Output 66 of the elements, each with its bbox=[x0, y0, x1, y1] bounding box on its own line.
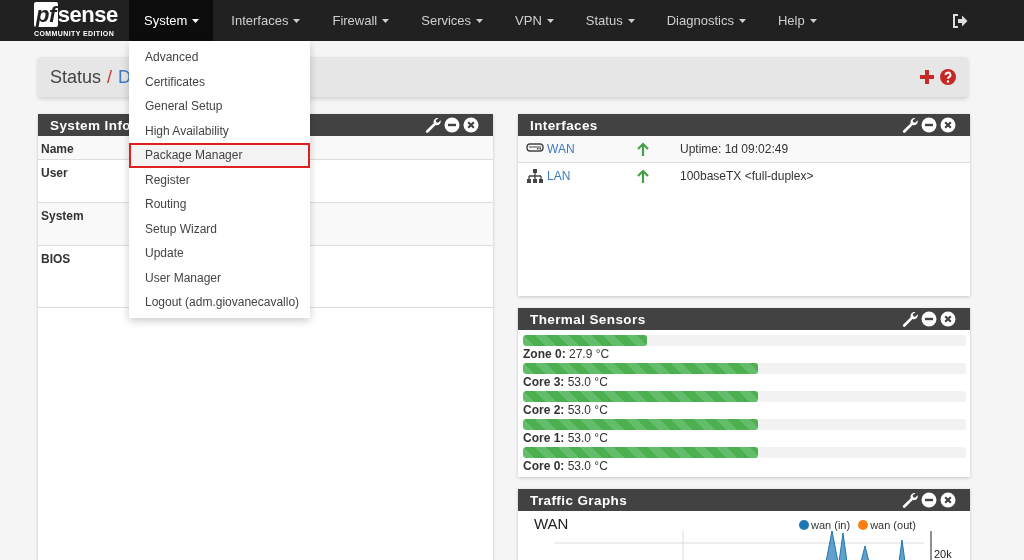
dropdown-menu-item[interactable]: User Manager bbox=[129, 265, 310, 290]
widget-title: Thermal Sensors bbox=[530, 311, 646, 327]
widget-title: System Info bbox=[50, 117, 131, 133]
minimize-icon[interactable] bbox=[444, 117, 460, 133]
add-icon[interactable] bbox=[920, 70, 934, 84]
widget-title: Interfaces bbox=[530, 117, 598, 133]
sensor-reading: Core 3: 53.0 °C bbox=[523, 374, 609, 390]
caret-icon bbox=[627, 18, 635, 23]
nav-menu-item[interactable]: System bbox=[129, 0, 214, 41]
nav-menu-item[interactable]: Status bbox=[570, 0, 649, 41]
caret-icon bbox=[293, 18, 301, 23]
row-label: System bbox=[41, 209, 84, 223]
close-icon[interactable] bbox=[940, 311, 956, 327]
caret-icon bbox=[738, 18, 746, 23]
wrench-icon[interactable] bbox=[902, 311, 918, 327]
nav-menu-item[interactable]: Services bbox=[406, 0, 498, 41]
dropdown-menu-item[interactable]: Advanced bbox=[129, 45, 310, 70]
nav-menu-item[interactable]: Firewall bbox=[317, 0, 404, 41]
help-icon[interactable] bbox=[940, 69, 956, 85]
dropdown-menu-item[interactable]: Package Manager bbox=[129, 143, 310, 168]
interface-link[interactable]: WAN bbox=[547, 142, 575, 156]
breadcrumb-root[interactable]: Status bbox=[50, 66, 102, 88]
nav-menu-item[interactable]: VPN bbox=[500, 0, 568, 41]
nav-menu-item[interactable]: Help bbox=[762, 0, 831, 41]
sensor-reading: Core 0: 53.0 °C bbox=[523, 458, 609, 474]
network-icon bbox=[526, 169, 544, 183]
minimize-icon[interactable] bbox=[921, 492, 937, 508]
caret-icon bbox=[546, 18, 554, 23]
interface-info: 100baseTX <full-duplex> bbox=[680, 169, 814, 183]
wrench-icon[interactable] bbox=[902, 117, 918, 133]
sensor-reading: Zone 0: 27.9 °C bbox=[523, 346, 611, 362]
close-icon[interactable] bbox=[940, 492, 956, 508]
minimize-icon[interactable] bbox=[921, 311, 937, 327]
breadcrumb-separator: / bbox=[107, 66, 113, 88]
legend-item[interactable]: wan (out) bbox=[858, 519, 916, 531]
wrench-icon[interactable] bbox=[425, 117, 441, 133]
close-icon[interactable] bbox=[463, 117, 479, 133]
row-label: Name bbox=[41, 142, 74, 156]
row-label: User bbox=[41, 166, 68, 180]
dropdown-menu-item[interactable]: Update bbox=[129, 241, 310, 266]
nav-menu-item[interactable]: Diagnostics bbox=[651, 0, 760, 41]
logout-icon[interactable] bbox=[952, 12, 968, 29]
caret-icon bbox=[192, 18, 200, 23]
sensor-reading: Core 2: 53.0 °C bbox=[523, 402, 609, 418]
dropdown-menu-item[interactable]: High Availability bbox=[129, 118, 310, 143]
close-icon[interactable] bbox=[940, 117, 956, 133]
legend-item[interactable]: wan (in) bbox=[799, 519, 851, 531]
sensor-reading: Core 1: 53.0 °C bbox=[523, 430, 609, 446]
row-label: BIOS bbox=[41, 252, 71, 266]
dropdown-menu-item[interactable]: Register bbox=[129, 167, 310, 192]
caret-icon bbox=[382, 18, 390, 23]
dropdown-menu-item[interactable]: General Setup bbox=[129, 94, 310, 119]
axis-tick-label: 20k bbox=[934, 548, 952, 560]
dropdown-menu-item[interactable]: Routing bbox=[129, 192, 310, 217]
widget-title: Traffic Graphs bbox=[530, 492, 628, 508]
minimize-icon[interactable] bbox=[921, 117, 937, 133]
interface-info: Uptime: 1d 09:02:49 bbox=[680, 142, 789, 156]
caret-icon bbox=[809, 18, 817, 23]
caret-icon bbox=[476, 18, 484, 23]
wrench-icon[interactable] bbox=[902, 492, 918, 508]
interface-link[interactable]: LAN bbox=[547, 169, 571, 183]
nav-menu-item[interactable]: Interfaces bbox=[216, 0, 315, 41]
dropdown-menu-item[interactable]: Logout (adm.giovanecavallo) bbox=[129, 290, 310, 315]
graph-title: WAN bbox=[534, 515, 569, 532]
dropdown-menu-item[interactable]: Setup Wizard bbox=[129, 216, 310, 241]
dropdown-menu-item[interactable]: Certificates bbox=[129, 69, 310, 94]
